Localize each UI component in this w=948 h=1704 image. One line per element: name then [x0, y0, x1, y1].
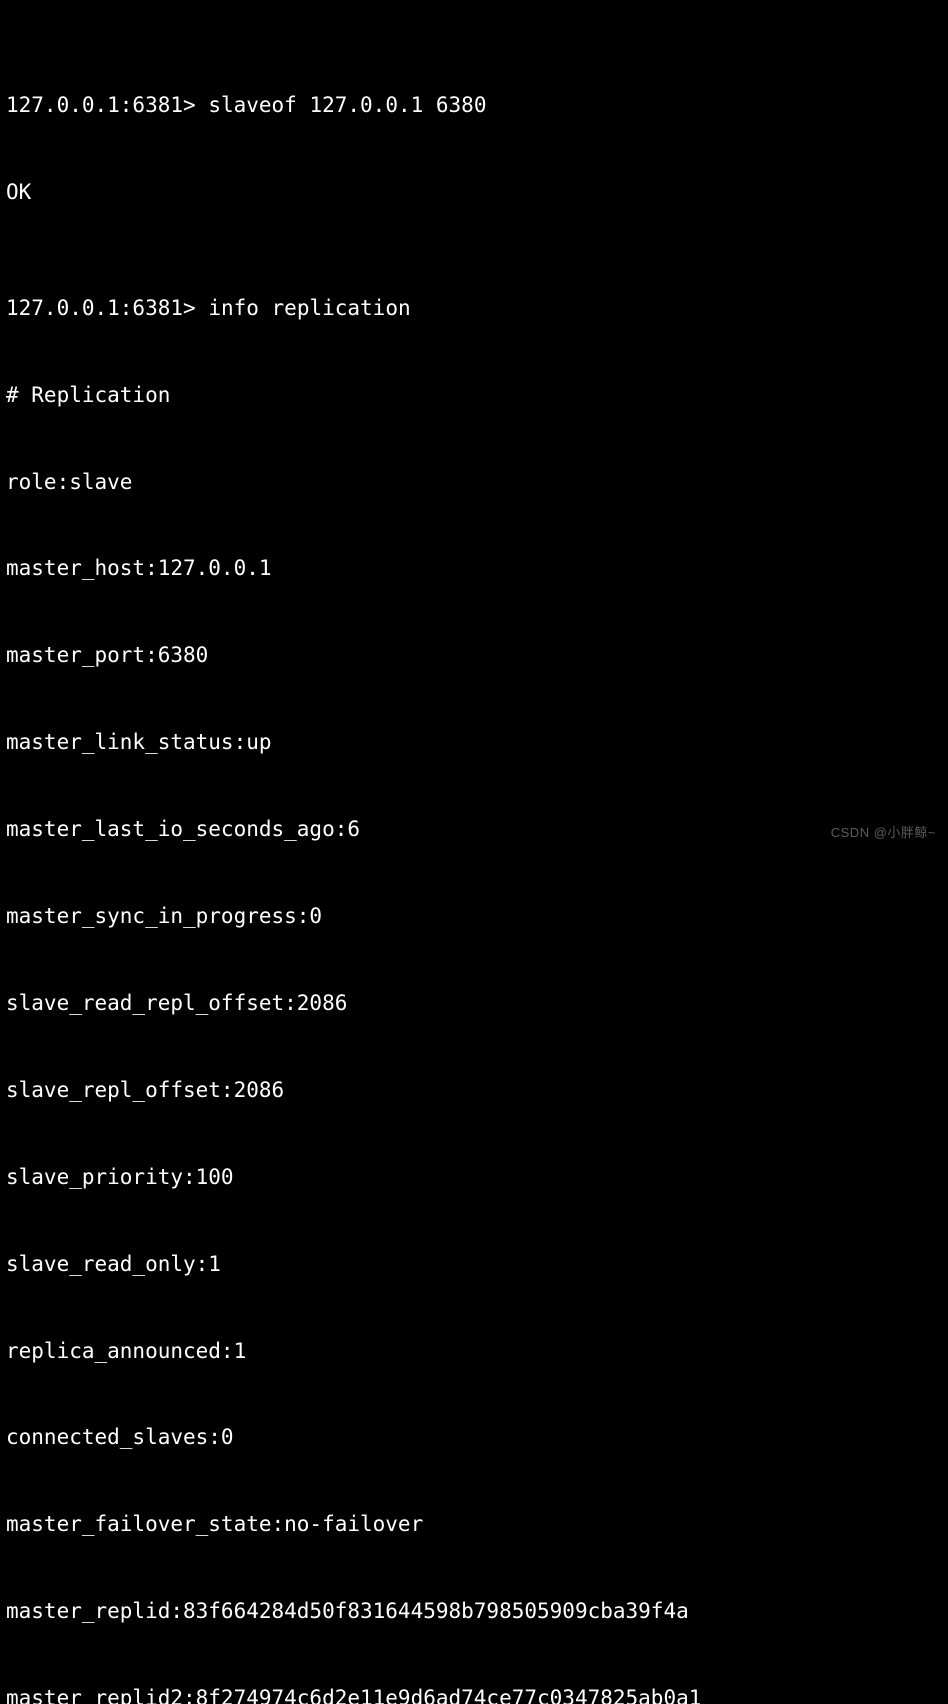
output-line: slave_read_repl_offset:2086 — [6, 989, 942, 1018]
output-line: slave_read_only:1 — [6, 1250, 942, 1279]
output-line: master_failover_state:no-failover — [6, 1510, 942, 1539]
output-line: slave_repl_offset:2086 — [6, 1076, 942, 1105]
output-line: replica_announced:1 — [6, 1337, 942, 1366]
prompt: 127.0.0.1:6381> — [6, 296, 196, 320]
output-line: connected_slaves:0 — [6, 1423, 942, 1452]
output-line: master_port:6380 — [6, 641, 942, 670]
command-line: 127.0.0.1:6381> slaveof 127.0.0.1 6380 — [6, 91, 942, 120]
output-line: master_last_io_seconds_ago:6 — [6, 815, 942, 844]
output-line: # Replication — [6, 381, 942, 410]
command-text: info replication — [208, 296, 410, 320]
output-line: master_sync_in_progress:0 — [6, 902, 942, 931]
output-line: master_replid:83f664284d50f831644598b798… — [6, 1597, 942, 1626]
output-line: master_replid2:8f274974c6d2e11e9d6ad74ce… — [6, 1684, 942, 1704]
prompt: 127.0.0.1:6381> — [6, 93, 196, 117]
terminal[interactable]: 127.0.0.1:6381> slaveof 127.0.0.1 6380 O… — [6, 4, 942, 1704]
output-line: slave_priority:100 — [6, 1163, 942, 1192]
output-line: master_link_status:up — [6, 728, 942, 757]
output-line: master_host:127.0.0.1 — [6, 554, 942, 583]
watermark: CSDN @小胖鲸~ — [831, 824, 936, 842]
output-line: OK — [6, 178, 942, 207]
command-text: slaveof 127.0.0.1 6380 — [208, 93, 486, 117]
command-line: 127.0.0.1:6381> info replication — [6, 294, 942, 323]
output-line: role:slave — [6, 468, 942, 497]
